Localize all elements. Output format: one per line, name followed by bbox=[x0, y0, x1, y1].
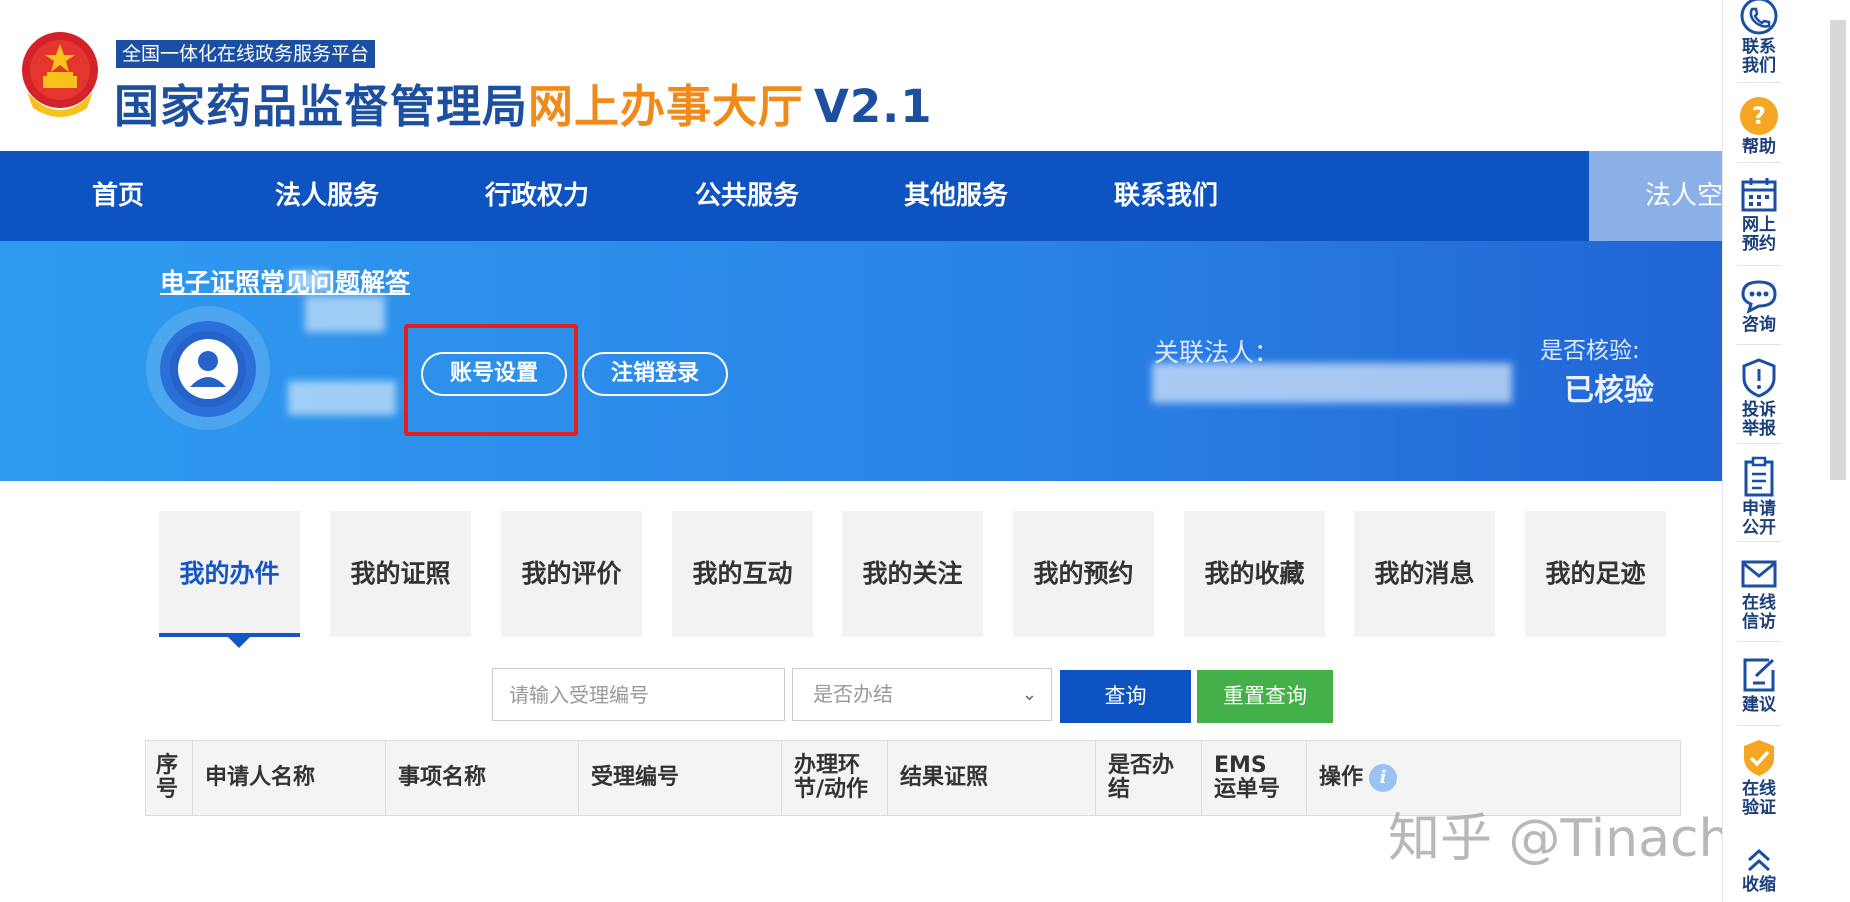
nav-item-public-services[interactable]: 公共服务 bbox=[680, 151, 814, 241]
rail-appointment[interactable]: 网上预约 bbox=[1723, 176, 1795, 254]
tab-my-licenses[interactable]: 我的证照 bbox=[330, 511, 471, 637]
rail-label: 在线验证 bbox=[1742, 779, 1776, 818]
status-select-placeholder: 是否办结 bbox=[813, 682, 893, 706]
shield-check-icon bbox=[1744, 740, 1774, 776]
tab-my-favorites[interactable]: 我的收藏 bbox=[1184, 511, 1325, 637]
user-banner: 电子证照常见问题解答 账号设置 注销登录 关联法人： 是否核验: 已核验 bbox=[0, 241, 1850, 481]
right-tool-rail: 联系我们 ? 帮助 网上预约 咨询 投诉举报 申请公开 在线信访 建议 在线验证… bbox=[1722, 0, 1794, 902]
avatar bbox=[160, 321, 256, 417]
nav-item-other-services[interactable]: 其他服务 bbox=[889, 151, 1023, 241]
chevron-down-icon: ⌄ bbox=[1021, 684, 1037, 705]
main-nav: 首页 法人服务 行政权力 公共服务 其他服务 联系我们 法人空间 bbox=[0, 151, 1850, 241]
column-header: 事项名称 bbox=[386, 741, 579, 815]
info-icon[interactable]: i bbox=[1369, 764, 1398, 792]
tab-my-cases[interactable]: 我的办件 bbox=[159, 511, 300, 637]
nav-item-admin-power[interactable]: 行政权力 bbox=[470, 151, 604, 241]
nav-item-legal-services[interactable]: 法人服务 bbox=[260, 151, 394, 241]
rail-disclosure[interactable]: 申请公开 bbox=[1723, 456, 1795, 538]
rail-contact-us[interactable]: 联系我们 bbox=[1723, 0, 1795, 76]
rail-complaint[interactable]: 投诉举报 bbox=[1723, 357, 1795, 439]
svg-text:?: ? bbox=[1752, 102, 1766, 130]
rail-suggestion[interactable]: 建议 bbox=[1723, 656, 1795, 715]
column-header: 申请人名称 bbox=[193, 741, 386, 815]
rail-label: 帮助 bbox=[1742, 137, 1776, 157]
verify-label: 是否核验: bbox=[1540, 338, 1640, 364]
rail-label: 咨询 bbox=[1742, 315, 1776, 335]
blurred-username bbox=[305, 296, 385, 332]
rail-label: 投诉举报 bbox=[1742, 400, 1776, 439]
query-button[interactable]: 查询 bbox=[1060, 670, 1191, 723]
mail-icon bbox=[1741, 560, 1777, 588]
site-header: 全国一体化在线政务服务平台 国家药品监督管理局网上办事大厅 V2.1 bbox=[0, 0, 1850, 151]
column-header: 办理环节/动作 bbox=[782, 741, 888, 815]
completion-status-select[interactable]: 是否办结 ⌄ bbox=[792, 668, 1052, 721]
rail-online-verify[interactable]: 在线验证 bbox=[1723, 738, 1795, 818]
platform-tag: 全国一体化在线政务服务平台 bbox=[116, 40, 376, 68]
rail-label: 网上预约 bbox=[1742, 215, 1776, 254]
tab-my-interactions[interactable]: 我的互动 bbox=[672, 511, 813, 637]
verify-value: 已核验 bbox=[1564, 373, 1654, 408]
rail-divider bbox=[1737, 82, 1781, 83]
operation-label: 操作 bbox=[1319, 765, 1364, 790]
column-header: 是否办结 bbox=[1096, 741, 1202, 815]
clipboard-icon bbox=[1744, 456, 1774, 497]
rail-help[interactable]: ? 帮助 bbox=[1723, 96, 1795, 157]
rail-consult[interactable]: 咨询 bbox=[1723, 278, 1795, 335]
rail-divider bbox=[1737, 541, 1781, 542]
nav-item-contact-us[interactable]: 联系我们 bbox=[1099, 151, 1233, 241]
rail-divider bbox=[1737, 162, 1781, 163]
logout-button[interactable]: 注销登录 bbox=[582, 352, 728, 396]
chat-icon bbox=[1741, 280, 1777, 314]
rail-collapse[interactable]: 收缩 bbox=[1723, 848, 1795, 895]
tab-my-reviews[interactable]: 我的评价 bbox=[501, 511, 642, 637]
edit-icon bbox=[1743, 658, 1775, 692]
phone-icon bbox=[1740, 0, 1778, 35]
rail-divider bbox=[1737, 265, 1781, 266]
blurred-username bbox=[290, 271, 330, 291]
shield-alert-icon bbox=[1742, 358, 1776, 398]
column-header: 受理编号 bbox=[579, 741, 782, 815]
tab-my-messages[interactable]: 我的消息 bbox=[1354, 511, 1495, 637]
blurred-associated-entity bbox=[1152, 363, 1512, 403]
column-header: 结果证照 bbox=[888, 741, 1096, 815]
faq-link[interactable]: 电子证照常见问题解答 bbox=[160, 263, 410, 299]
national-emblem-icon bbox=[22, 32, 98, 117]
collapse-icon bbox=[1747, 848, 1771, 872]
column-header: 序号 bbox=[146, 741, 193, 815]
rail-label: 建议 bbox=[1742, 695, 1776, 715]
help-icon: ? bbox=[1740, 97, 1778, 135]
reset-query-button[interactable]: 重置查询 bbox=[1197, 670, 1333, 723]
blurred-username bbox=[288, 381, 396, 415]
tab-my-appointments[interactable]: 我的预约 bbox=[1013, 511, 1154, 637]
highlight-box bbox=[404, 324, 578, 436]
rail-divider bbox=[1737, 443, 1781, 444]
rail-label: 收缩 bbox=[1742, 875, 1776, 895]
title-accent: 网上办事大厅 bbox=[528, 80, 805, 133]
title-version: V2.1 bbox=[814, 80, 933, 133]
tab-my-follows[interactable]: 我的关注 bbox=[842, 511, 983, 637]
rail-divider bbox=[1737, 641, 1781, 642]
rail-label: 联系我们 bbox=[1742, 37, 1776, 76]
active-tab-caret bbox=[228, 637, 250, 648]
case-number-input[interactable] bbox=[492, 668, 785, 721]
title-main: 国家药品监督管理局 bbox=[114, 80, 529, 133]
calendar-icon bbox=[1741, 178, 1777, 212]
user-icon bbox=[178, 339, 238, 399]
tab-my-history[interactable]: 我的足迹 bbox=[1525, 511, 1666, 637]
rail-divider bbox=[1737, 344, 1781, 345]
scrollbar-thumb[interactable] bbox=[1830, 20, 1846, 480]
rail-label: 在线信访 bbox=[1742, 593, 1776, 632]
nav-item-home[interactable]: 首页 bbox=[62, 151, 174, 241]
site-title: 国家药品监督管理局网上办事大厅 V2.1 bbox=[114, 70, 933, 135]
column-header: EMS运单号 bbox=[1202, 741, 1307, 815]
rail-label: 申请公开 bbox=[1742, 499, 1776, 538]
rail-petition[interactable]: 在线信访 bbox=[1723, 556, 1795, 632]
rail-divider bbox=[1737, 725, 1781, 726]
